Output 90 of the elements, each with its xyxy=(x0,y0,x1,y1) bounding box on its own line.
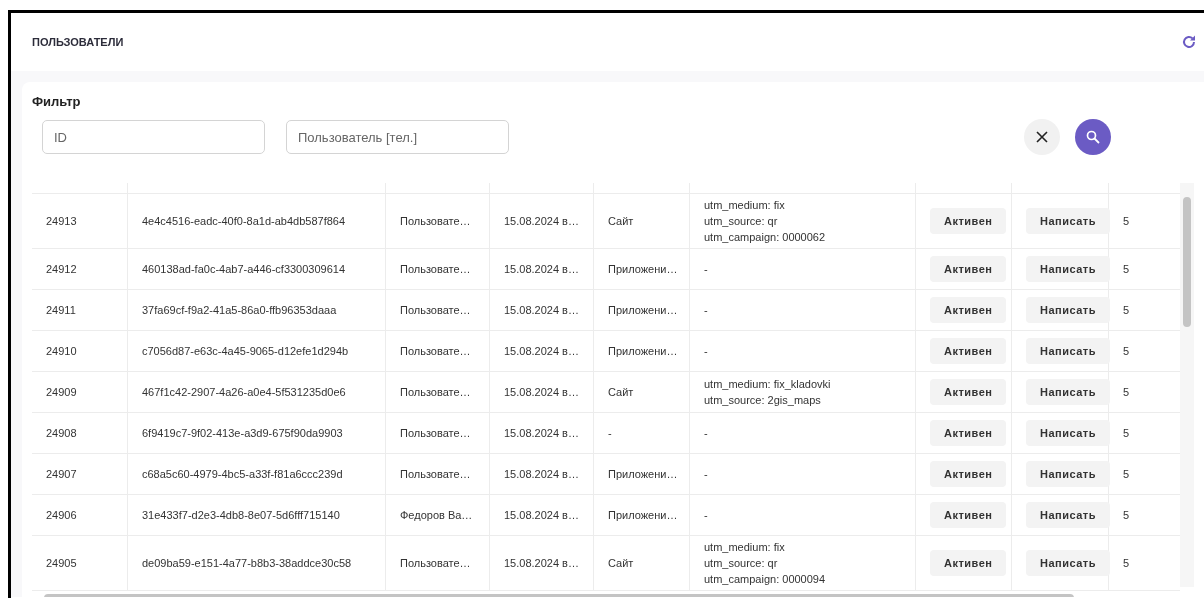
write-button[interactable]: Написать xyxy=(1026,256,1110,282)
status-button[interactable]: Активен xyxy=(930,297,1007,323)
table-cell: 37fa69cf-f9a2-41a5-86a0-ffb96353daaa xyxy=(142,304,337,316)
table-cell: c7056d87-e63c-4a45-9065-d12efe1d294b xyxy=(142,345,349,357)
utm-line: - xyxy=(704,467,709,482)
utm-line: utm_campaign: 0000062 xyxy=(704,230,827,245)
utm-line: utm_source: 2gis_maps xyxy=(704,393,822,408)
table-cell: Пользовате… xyxy=(400,468,471,480)
table-cell: Сайт xyxy=(608,386,634,398)
table-cell: 15.08.2024 в… xyxy=(504,468,579,480)
table-cell: 5 xyxy=(1123,468,1130,480)
table-cell: 5 xyxy=(1123,509,1130,521)
table-cell: Федоров Ва… xyxy=(400,509,473,521)
page-title: ПОЛЬЗОВАТЕЛИ xyxy=(32,36,124,48)
table-cell: 15.08.2024 в… xyxy=(504,345,579,357)
table-cell: 5 xyxy=(1123,215,1130,227)
table-cell: Сайт xyxy=(608,215,634,227)
table-cell: 15.08.2024 в… xyxy=(504,509,579,521)
table-cell: Пользовате… xyxy=(400,386,471,398)
table-cell: Сайт xyxy=(608,557,634,569)
table-cell: 4e4c4516-eadc-40f0-8a1d-ab4db587f864 xyxy=(142,215,346,227)
filter-title: Фильтр xyxy=(32,94,82,109)
table-cell: 5 xyxy=(1123,263,1130,275)
table-cell: 6f9419c7-9f02-413e-a3d9-675f90da9903 xyxy=(142,427,343,439)
utm-line: utm_source: qr xyxy=(704,214,779,229)
write-button[interactable]: Написать xyxy=(1026,461,1110,487)
table-cell: Пользовате… xyxy=(400,427,471,439)
table-cell: 24911 xyxy=(46,304,76,316)
table-cell: de09ba59-e151-4a77-b8b3-38addce30c58 xyxy=(142,557,352,569)
table-cell: 15.08.2024 в… xyxy=(504,215,579,227)
table-cell: 5 xyxy=(1123,557,1130,569)
table-cell: 24912 xyxy=(46,263,77,275)
input-field[interactable]: ID xyxy=(42,120,265,154)
table-cell: 15.08.2024 в… xyxy=(504,263,579,275)
table-cell: Пользовате… xyxy=(400,304,471,316)
table-cell: c68a5c60-4979-4bc5-a33f-f81a6ccc239d xyxy=(142,468,343,480)
write-button[interactable]: Написать xyxy=(1026,420,1110,446)
table-cell: 5 xyxy=(1123,304,1130,316)
table-cell: Приложени… xyxy=(608,304,678,316)
utm-line: utm_source: qr xyxy=(704,556,779,571)
table-cell: Приложени… xyxy=(608,509,678,521)
status-button[interactable]: Активен xyxy=(930,420,1007,446)
input-field[interactable]: Пользователь [тел.] xyxy=(286,120,509,154)
utm-line: - xyxy=(704,303,709,318)
write-button[interactable]: Написать xyxy=(1026,550,1110,576)
table-cell: 24907 xyxy=(46,468,77,480)
status-button[interactable]: Активен xyxy=(930,550,1007,576)
table-cell: 24909 xyxy=(46,386,77,398)
table-cell: 31e433f7-d2e3-4db8-8e07-5d6fff715140 xyxy=(142,509,340,521)
table-cell: 15.08.2024 в… xyxy=(504,304,579,316)
utm-line: utm_medium: fix_kladovki xyxy=(704,377,832,392)
table-cell: Приложени… xyxy=(608,345,678,357)
write-button[interactable]: Написать xyxy=(1026,297,1110,323)
write-button[interactable]: Написать xyxy=(1026,379,1110,405)
table-cell: 24913 xyxy=(46,215,77,227)
utm-line: - xyxy=(704,426,709,441)
table-cell: Пользовате… xyxy=(400,557,471,569)
table-cell: - xyxy=(608,427,612,439)
utm-line: - xyxy=(704,344,709,359)
table-cell: 15.08.2024 в… xyxy=(504,557,579,569)
table-cell: 24910 xyxy=(46,345,77,357)
table-cell: 460138ad-fa0c-4ab7-a446-cf3300309614 xyxy=(142,263,346,275)
table-cell: 24906 xyxy=(46,509,77,521)
table-cell: 5 xyxy=(1123,345,1130,357)
table-cell: 24905 xyxy=(46,557,77,569)
table-cell: 5 xyxy=(1123,386,1130,398)
table-cell: Пользовате… xyxy=(400,215,471,227)
status-button[interactable]: Активен xyxy=(930,502,1007,528)
write-button[interactable]: Написать xyxy=(1026,338,1110,364)
status-button[interactable]: Активен xyxy=(930,208,1007,234)
status-button[interactable]: Активен xyxy=(930,338,1007,364)
table-cell: 5 xyxy=(1123,427,1130,439)
write-button[interactable]: Написать xyxy=(1026,208,1110,234)
utm-line: - xyxy=(704,262,709,277)
utm-line: utm_medium: fix xyxy=(704,198,786,213)
utm-line: utm_medium: fix xyxy=(704,540,786,555)
table-cell: Приложени… xyxy=(608,468,678,480)
table-cell: 15.08.2024 в… xyxy=(504,427,579,439)
utm-line: - xyxy=(704,508,709,523)
status-button[interactable]: Активен xyxy=(930,461,1007,487)
write-button[interactable]: Написать xyxy=(1026,502,1110,528)
table-cell: 15.08.2024 в… xyxy=(504,386,579,398)
utm-line: utm_campaign: 0000094 xyxy=(704,572,827,587)
table-cell: Пользовате… xyxy=(400,263,471,275)
table-cell: Пользовате… xyxy=(400,345,471,357)
table-cell: Приложени… xyxy=(608,263,678,275)
status-button[interactable]: Активен xyxy=(930,379,1007,405)
table-cell: 24908 xyxy=(46,427,77,439)
status-button[interactable]: Активен xyxy=(930,256,1007,282)
table-cell: 467f1c42-2907-4a26-a0e4-5f531235d0e6 xyxy=(142,386,346,398)
